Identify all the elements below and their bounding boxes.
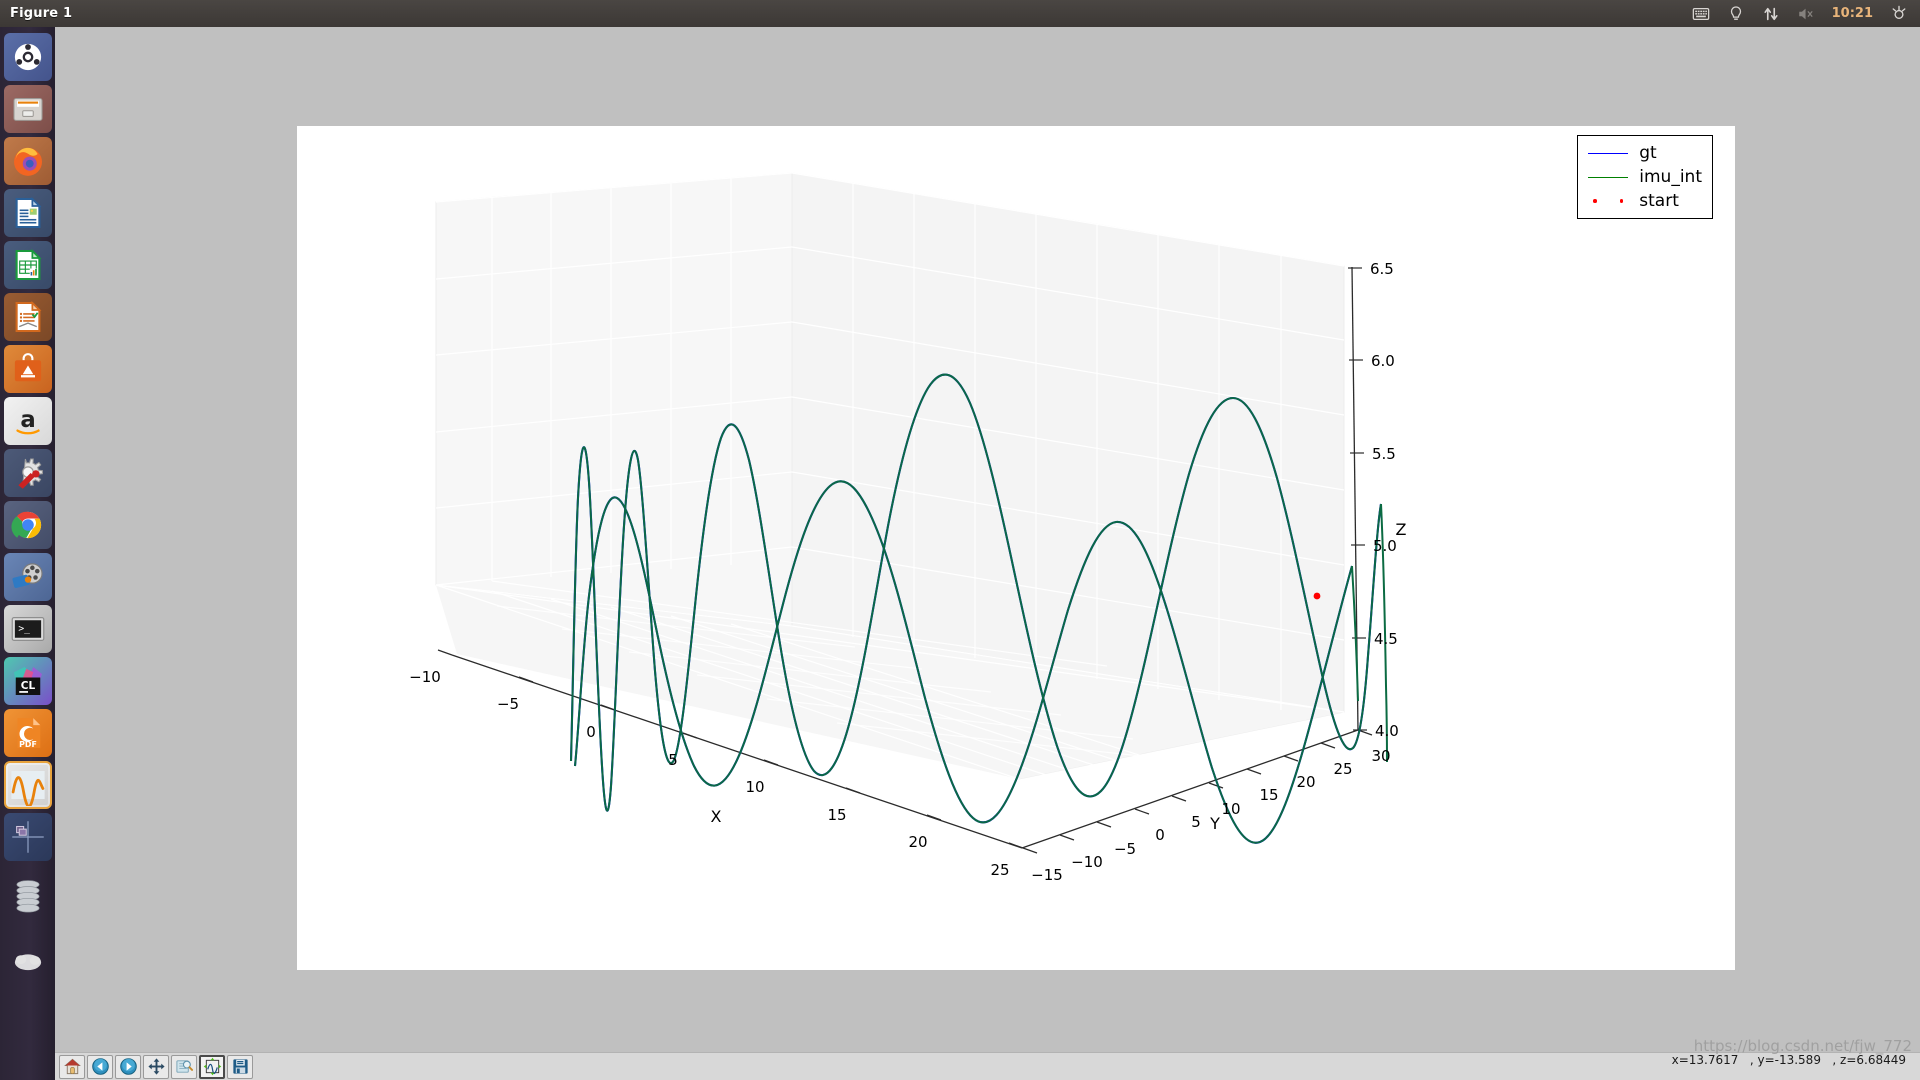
y-tick-label: 15	[1259, 786, 1278, 804]
z-tick-label: 6.0	[1371, 352, 1395, 370]
matplotlib-toolbar: x=13.7617 , y=-13.589 , z=6.68449 https:…	[55, 1037, 1920, 1080]
desktop: −10 −5 0 5 10 15 20 25 −15 −10 −5 0 5 10…	[55, 27, 1920, 1080]
svg-text:PDF: PDF	[19, 740, 37, 749]
launcher-item-foxit-pdf[interactable]: PDF	[3, 709, 52, 757]
x-axis-label: X	[711, 807, 722, 826]
y-tick-label: −10	[1071, 853, 1103, 871]
launcher-item-firefox[interactable]	[3, 137, 52, 185]
launcher-item-files[interactable]	[3, 85, 52, 133]
legend-entry-start: start	[1585, 189, 1702, 213]
x-tick-label: 0	[586, 723, 596, 741]
y-tick-label: 10	[1221, 800, 1240, 818]
y-tick-label: −15	[1031, 866, 1063, 884]
window-title: Figure 1	[10, 6, 73, 21]
legend-entry-gt: gt	[1585, 141, 1702, 165]
coordinate-text: x=13.7617 , y=-13.589 , z=6.68449	[1671, 1052, 1906, 1067]
legend-swatch-gt	[1585, 152, 1631, 154]
unity-launcher: a >_ CL PDF	[0, 27, 55, 1080]
x-tick-label: 15	[827, 806, 846, 824]
coordinate-readout: x=13.7617 , y=-13.589 , z=6.68449 https:…	[1641, 1037, 1920, 1080]
svg-text:CL: CL	[20, 680, 35, 692]
keyboard-icon[interactable]	[1692, 5, 1710, 23]
launcher-item-ubuntu-software[interactable]	[3, 345, 52, 393]
legend-swatch-start	[1585, 199, 1631, 203]
plot-legend[interactable]: gt imu_int start	[1577, 135, 1713, 219]
running-indicator	[4, 781, 6, 789]
launcher-item-libreoffice-impress[interactable]	[3, 293, 52, 341]
bluetooth-icon[interactable]	[1727, 5, 1745, 23]
x-tick-label: 10	[745, 778, 764, 796]
z-tick-label: 4.0	[1375, 722, 1399, 740]
launcher-item-terminal[interactable]: >_	[3, 605, 52, 653]
z-tick-label: 4.5	[1374, 630, 1398, 648]
launcher-item-libreoffice-calc[interactable]	[3, 241, 52, 289]
pan-button[interactable]	[143, 1054, 169, 1079]
svg-text:>_: >_	[18, 624, 30, 635]
save-button[interactable]	[227, 1054, 253, 1079]
zoom-button[interactable]	[171, 1054, 197, 1079]
x-tick-label: −10	[409, 668, 441, 686]
launcher-item-google-chrome[interactable]	[3, 501, 52, 549]
launcher-item-system-settings[interactable]	[3, 449, 52, 497]
clock[interactable]: 10:21	[1832, 6, 1873, 21]
y-tick-label: 5	[1191, 813, 1201, 831]
y-axis-label: Y	[1209, 814, 1220, 833]
home-button[interactable]	[59, 1054, 85, 1079]
figure-canvas[interactable]: −10 −5 0 5 10 15 20 25 −15 −10 −5 0 5 10…	[297, 126, 1735, 970]
z-tick-label: 5.5	[1372, 445, 1396, 463]
z-tick-label: 6.5	[1370, 260, 1394, 278]
legend-label-start: start	[1639, 191, 1679, 211]
x-tick-label: −5	[497, 695, 519, 713]
z-tick-label: 5.0	[1373, 537, 1397, 555]
subplots-button[interactable]	[199, 1054, 225, 1079]
pane-back-wall	[791, 172, 1345, 713]
back-button[interactable]	[87, 1054, 113, 1079]
x-tick-label: 5	[668, 751, 678, 769]
legend-entry-imu-int: imu_int	[1585, 165, 1702, 189]
svg-text:a: a	[20, 407, 35, 433]
z-axis-label: Z	[1396, 520, 1407, 539]
y-tick-label: 30	[1371, 747, 1390, 765]
start-marker	[1313, 592, 1321, 600]
launcher-item-devices[interactable]	[4, 865, 52, 929]
legend-swatch-imu-int	[1585, 176, 1631, 178]
y-tick-label: −5	[1114, 840, 1136, 858]
power-gear-icon[interactable]	[1890, 5, 1908, 23]
y-tick-label: 0	[1155, 826, 1165, 844]
x-tick-label: 25	[990, 861, 1009, 879]
volume-muted-icon[interactable]	[1797, 5, 1815, 23]
y-tick-label: 20	[1296, 773, 1315, 791]
network-icon[interactable]	[1762, 5, 1780, 23]
launcher-item-libreoffice-writer[interactable]	[3, 189, 52, 237]
launcher-item-amazon[interactable]: a	[3, 397, 52, 445]
launcher-item-workspace-switcher[interactable]	[3, 813, 52, 861]
legend-label-gt: gt	[1639, 143, 1657, 163]
unity-top-panel: Figure 1 10:21	[0, 0, 1920, 27]
launcher-item-video-editor[interactable]	[3, 553, 52, 601]
plot-3d[interactable]: −10 −5 0 5 10 15 20 25 −15 −10 −5 0 5 10…	[297, 126, 1735, 970]
forward-button[interactable]	[115, 1054, 141, 1079]
system-tray: 10:21	[1692, 5, 1920, 23]
launcher-item-matplotlib[interactable]	[3, 761, 52, 809]
launcher-item-clion[interactable]: CL	[3, 657, 52, 705]
legend-label-imu-int: imu_int	[1639, 167, 1702, 187]
launcher-item-trash[interactable]	[4, 933, 52, 981]
x-tick-label: 20	[908, 833, 927, 851]
launcher-item-ubuntu-dash[interactable]	[3, 33, 52, 81]
y-tick-label: 25	[1333, 760, 1352, 778]
screen: Figure 1 10:21 a >_ CL PDF −10 −5 0 5 10…	[0, 0, 1920, 1080]
pane-left-wall	[435, 172, 793, 627]
